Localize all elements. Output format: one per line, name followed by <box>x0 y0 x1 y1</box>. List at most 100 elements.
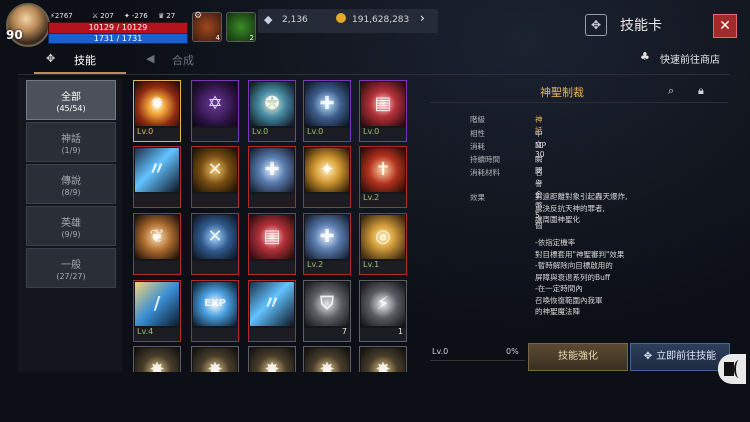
speaker-body <box>724 362 734 376</box>
tab-synthesis[interactable]: 合成 <box>172 52 194 68</box>
skill-card[interactable]: / Lv.4 <box>133 280 181 342</box>
effect-label: 效果 <box>470 193 485 202</box>
stat-1: ⚡2767 <box>50 12 73 20</box>
skill-card-symbol: ✹ <box>149 93 165 114</box>
skill-card-art: 〃 <box>135 148 179 192</box>
mp-bar: 1731 / 1731 <box>48 33 188 44</box>
stat-1-value: ⚡2767 <box>50 12 73 20</box>
skill-card-symbol: ✦ <box>319 159 335 180</box>
skill-card-art: ✦ <box>305 148 349 192</box>
skill-card-symbol: ✸ <box>149 359 165 372</box>
skill-card-art: / <box>135 282 179 326</box>
skill-card[interactable]: ✡ <box>191 80 239 142</box>
skill-card[interactable]: 〃 <box>133 146 181 208</box>
skill-card-art: ❦ <box>135 215 179 259</box>
skill-card-art: ✸ <box>250 348 294 372</box>
skill-card-symbol: EXP <box>204 298 226 309</box>
detail-divider <box>430 102 728 103</box>
skill-icon: ✥ <box>643 351 653 362</box>
skill-card[interactable]: EXP <box>191 280 239 342</box>
skill-card-level: Lv.2 <box>307 260 324 269</box>
herb-slot[interactable]: 2 <box>226 12 256 42</box>
skill-card-symbol: ✪ <box>264 93 280 114</box>
skill-card-symbol: ✝ <box>375 159 391 180</box>
tab-skill[interactable]: 技能 <box>74 52 96 68</box>
skill-card-art: ▤ <box>361 82 405 126</box>
skill-card-symbol: 〃 <box>148 159 166 180</box>
hp-text: 10129 / 10129 <box>88 23 148 32</box>
category-all[interactable]: 全部 (45/54) <box>26 80 116 120</box>
skill-card-symbol: ✸ <box>264 359 280 372</box>
skill-card[interactable]: 〃 <box>248 280 296 342</box>
skill-card-art: ✝ <box>361 148 405 192</box>
search-icon[interactable]: ⌕ <box>668 84 674 98</box>
category-mythic[interactable]: 神話 (1/9) <box>26 122 116 162</box>
lock-icon[interactable]: 🔒︎ <box>698 84 704 98</box>
stat-3: ✦ -276 <box>124 12 148 20</box>
enhance-button[interactable]: 技能強化 <box>528 343 628 371</box>
skill-card[interactable]: ✸ <box>191 346 239 372</box>
category-legend[interactable]: 傳說 (8/9) <box>26 164 116 204</box>
skill-card[interactable]: ✝ Lv.2 <box>359 146 407 208</box>
category-count: (45/54) <box>56 104 86 113</box>
diamond-icon: ◆ <box>264 13 273 26</box>
skill-card[interactable]: ◎ Lv.1 <box>359 213 407 275</box>
skill-card[interactable]: ✦ <box>303 146 351 208</box>
skill-card[interactable]: ✚ <box>248 146 296 208</box>
skill-card-footer <box>249 261 295 274</box>
skill-card[interactable]: ⛉ 7 <box>303 280 351 342</box>
close-button[interactable]: ✕ <box>713 14 737 38</box>
skill-card-symbol: ✸ <box>319 359 335 372</box>
skill-card[interactable]: ❦ <box>133 213 181 275</box>
skill-card[interactable]: ✚ Lv.2 <box>303 213 351 275</box>
category-name: 全部 <box>61 92 81 103</box>
category-name: 一般 <box>61 260 81 271</box>
category-normal[interactable]: 一般 (27/27) <box>26 248 116 288</box>
stat-2-value: 207 <box>100 12 114 20</box>
stat-4-value: 27 <box>166 12 176 20</box>
synthesis-tab-icon: ◀ <box>146 52 155 65</box>
skill-card[interactable]: ▤ Lv.0 <box>359 80 407 142</box>
trophy-icon: ♛ <box>158 12 165 20</box>
skill-card-symbol: ✚ <box>264 159 280 180</box>
category-hero[interactable]: 英雄 (9/9) <box>26 206 116 246</box>
skill-card-art: ✚ <box>305 82 349 126</box>
category-name: 英雄 <box>61 218 81 229</box>
goto-skill-button[interactable]: ✥ 立即前往技能 <box>630 343 730 371</box>
category-name: 神話 <box>61 134 81 145</box>
detail-key: 消耗 <box>470 142 485 151</box>
potion-slot[interactable]: ⚙ 4 <box>192 11 222 42</box>
player-level: 90 <box>6 28 23 42</box>
skill-card-symbol: ✚ <box>319 226 335 247</box>
skill-card-art: ✹ <box>135 82 179 126</box>
skill-card-art: ✡ <box>193 82 237 126</box>
skill-card-symbol: / <box>153 293 161 314</box>
speaker-wave <box>734 360 744 378</box>
detail-key: 相性 <box>470 129 485 138</box>
skill-card[interactable]: ▤ <box>248 213 296 275</box>
skill-card-icon: ✥ <box>585 14 607 36</box>
top-bar: 90 ⚡2767 ⚔ 207 ✦ -276 ♛ 27 10129 / 10129… <box>0 0 750 48</box>
skill-card[interactable]: ⚡ 1 <box>359 280 407 342</box>
skill-card[interactable]: ✪ Lv.0 <box>248 80 296 142</box>
skill-card[interactable]: ✸ <box>303 346 351 372</box>
skill-card-level: Lv.4 <box>137 327 154 336</box>
shop-icon: ♣ <box>640 50 650 63</box>
skill-card[interactable]: ✸ <box>133 346 181 372</box>
skill-card[interactable]: ✹ Lv.0 <box>133 80 181 142</box>
skill-card-symbol: ✡ <box>207 93 223 114</box>
skill-card-art: ⚡ <box>361 282 405 326</box>
skill-card[interactable]: ✸ <box>248 346 296 372</box>
skill-card[interactable]: ✚ Lv.0 <box>303 80 351 142</box>
skill-card[interactable]: ✕ <box>191 146 239 208</box>
chevron-right-icon[interactable]: › <box>420 11 425 25</box>
skill-card-footer <box>134 261 180 274</box>
gold-coin-icon <box>336 13 346 23</box>
effect-text: 對遠距離對象引起轟天爆炸, 處決反抗天神的罪者, 讓周圍神聖化 -依指定機率 對… <box>535 192 628 316</box>
category-list: 全部 (45/54) 神話 (1/9) 傳說 (8/9) 英雄 (9/9) 一般… <box>18 78 122 372</box>
skill-card[interactable]: ✕ <box>191 213 239 275</box>
skill-card-symbol: ▤ <box>374 93 392 114</box>
skill-card[interactable]: ✸ <box>359 346 407 372</box>
shop-link[interactable]: 快速前往商店 <box>660 51 720 66</box>
speaker-icon[interactable] <box>718 354 746 384</box>
